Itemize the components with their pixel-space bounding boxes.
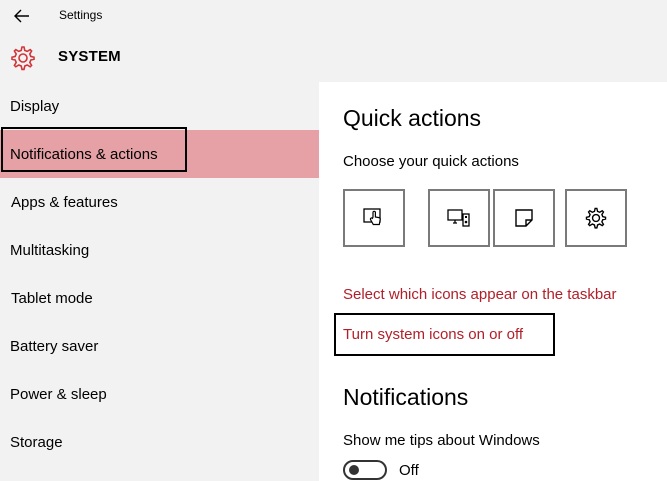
quick-actions-heading: Quick actions [343,105,482,131]
note-icon [515,209,533,227]
sidebar-item-display[interactable]: Display [0,82,319,130]
sidebar-item-storage[interactable]: Storage [0,418,319,466]
app-title: Settings [59,8,103,22]
nav-highlight-box [1,127,187,172]
sidebar-item-label: Tablet mode [11,289,93,307]
sidebar-item-label: Display [10,97,60,115]
connect-display-icon [447,209,470,227]
sidebar-item-power-sleep[interactable]: Power & sleep [0,370,319,418]
quick-action-tile-tablet[interactable] [343,189,405,247]
page-header: SYSTEM [0,32,667,82]
tablet-mode-icon [363,208,381,226]
page-title: SYSTEM [58,48,121,65]
quick-actions-subtitle: Choose your quick actions [343,153,519,170]
notifications-heading: Notifications [343,384,469,410]
link-highlight-box [334,313,555,356]
sidebar-item-apps-features[interactable]: Apps & features [0,178,319,226]
sidebar-item-label: Power & sleep [10,385,107,403]
title-bar: Settings [0,0,667,32]
sidebar-item-tablet-mode[interactable]: Tablet mode [0,274,319,322]
sidebar-item-label: Apps & features [11,193,118,211]
quick-action-tile-note[interactable] [493,189,555,247]
main-content: Quick actions Choose your quick actions … [319,82,667,481]
toggle-knob [349,465,359,475]
sidebar-item-label: Storage [10,433,63,451]
tips-toggle[interactable] [343,460,387,480]
tips-setting-label: Show me tips about Windows [343,432,540,449]
gear-icon [11,46,35,71]
quick-action-tile-connect[interactable] [428,189,490,247]
sidebar-item-multitasking[interactable]: Multitasking [0,226,319,274]
select-taskbar-icons-link[interactable]: Select which icons appear on the taskbar [343,286,617,303]
sidebar-item-label: Battery saver [10,337,99,355]
back-button[interactable] [7,4,37,28]
sidebar-item-battery-saver[interactable]: Battery saver [0,322,319,370]
quick-action-tile-settings[interactable] [565,189,627,247]
sidebar-item-label: Multitasking [10,241,90,259]
tips-toggle-state: Off [399,462,419,479]
back-arrow-icon [14,9,29,23]
settings-gear-icon [585,207,607,229]
